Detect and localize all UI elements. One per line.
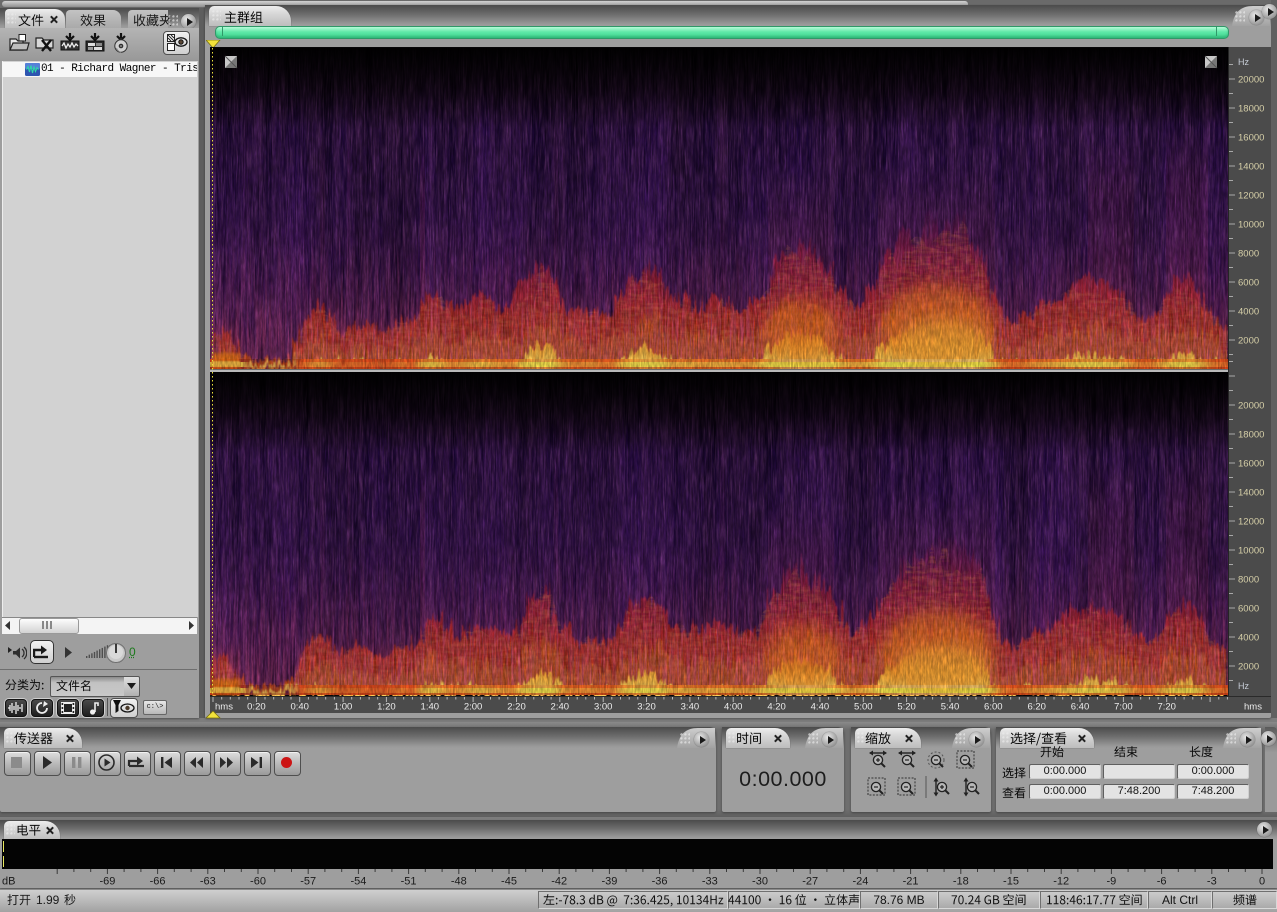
svg-text:-15: -15	[1003, 876, 1019, 888]
svg-text:-57: -57	[300, 876, 316, 888]
svg-text:5:40: 5:40	[941, 702, 960, 713]
svg-text:-18: -18	[953, 876, 969, 888]
svg-text:-63: -63	[200, 876, 216, 888]
svg-text:3:20: 3:20	[637, 702, 656, 713]
svg-text:16000: 16000	[1238, 133, 1264, 144]
svg-text:10000: 10000	[1238, 546, 1264, 557]
svg-text:2:20: 2:20	[507, 702, 526, 713]
svg-text:12000: 12000	[1238, 191, 1264, 202]
svg-text:dB: dB	[2, 876, 15, 888]
svg-text:-27: -27	[802, 876, 818, 888]
svg-text:4:00: 4:00	[724, 702, 743, 713]
svg-text:-42: -42	[551, 876, 567, 888]
svg-text:1:00: 1:00	[334, 702, 353, 713]
svg-text:-39: -39	[601, 876, 617, 888]
svg-text:7:20: 7:20	[1157, 702, 1176, 713]
svg-text:2:00: 2:00	[464, 702, 483, 713]
svg-text:-51: -51	[401, 876, 417, 888]
svg-text:-21: -21	[903, 876, 919, 888]
svg-text:5:20: 5:20	[897, 702, 916, 713]
svg-text:4000: 4000	[1238, 633, 1259, 644]
svg-text:6:40: 6:40	[1071, 702, 1090, 713]
svg-text:18000: 18000	[1238, 104, 1264, 115]
svg-text:4:40: 4:40	[811, 702, 830, 713]
svg-text:-6: -6	[1157, 876, 1167, 888]
svg-text:Hz: Hz	[1238, 57, 1249, 67]
svg-text:16000: 16000	[1238, 459, 1264, 470]
svg-text:6000: 6000	[1238, 604, 1259, 615]
svg-text:0:40: 0:40	[290, 702, 309, 713]
svg-text:20000: 20000	[1238, 401, 1264, 412]
svg-text:8000: 8000	[1238, 575, 1259, 586]
svg-text:12000: 12000	[1238, 517, 1264, 528]
svg-text:0:20: 0:20	[247, 702, 266, 713]
svg-text:10000: 10000	[1238, 220, 1264, 231]
svg-text:-54: -54	[350, 876, 366, 888]
svg-text:18000: 18000	[1238, 430, 1264, 441]
svg-text:4:20: 4:20	[767, 702, 786, 713]
svg-text:-30: -30	[752, 876, 768, 888]
svg-text:-24: -24	[852, 876, 868, 888]
svg-text:Hz: Hz	[1238, 681, 1249, 691]
svg-text:6000: 6000	[1238, 278, 1259, 289]
svg-text:-66: -66	[150, 876, 166, 888]
svg-text:4000: 4000	[1238, 307, 1259, 318]
svg-text:2000: 2000	[1238, 336, 1259, 347]
svg-text:2000: 2000	[1238, 662, 1259, 673]
svg-text:-3: -3	[1207, 876, 1217, 888]
svg-text:-48: -48	[451, 876, 467, 888]
svg-text:6:00: 6:00	[984, 702, 1003, 713]
svg-text:5:00: 5:00	[854, 702, 873, 713]
svg-text:-69: -69	[99, 876, 115, 888]
svg-text:-33: -33	[702, 876, 718, 888]
svg-text:-60: -60	[250, 876, 266, 888]
svg-text:-12: -12	[1053, 876, 1069, 888]
svg-text:-45: -45	[501, 876, 517, 888]
svg-text:2:40: 2:40	[551, 702, 570, 713]
svg-text:0: 0	[1259, 876, 1265, 888]
svg-text:14000: 14000	[1238, 162, 1264, 173]
svg-text:1:20: 1:20	[377, 702, 396, 713]
svg-text:-36: -36	[652, 876, 668, 888]
svg-text:-9: -9	[1107, 876, 1117, 888]
svg-text:3:40: 3:40	[681, 702, 700, 713]
svg-text:hms: hms	[1244, 702, 1262, 713]
svg-text:20000: 20000	[1238, 75, 1264, 86]
svg-text:6:20: 6:20	[1027, 702, 1046, 713]
svg-text:3:00: 3:00	[594, 702, 613, 713]
svg-text:1:40: 1:40	[421, 702, 440, 713]
svg-text:8000: 8000	[1238, 249, 1259, 260]
svg-text:14000: 14000	[1238, 488, 1264, 499]
svg-text:7:00: 7:00	[1114, 702, 1133, 713]
